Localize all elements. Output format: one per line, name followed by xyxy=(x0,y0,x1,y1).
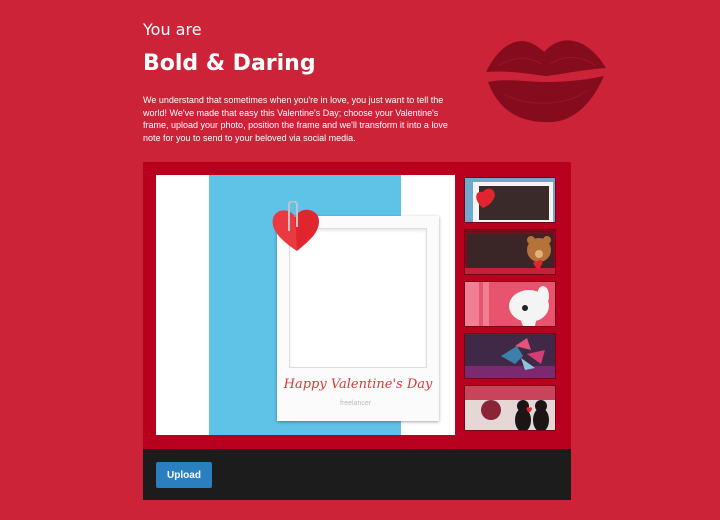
thumbnail-cats-frame[interactable] xyxy=(464,385,556,431)
preview-canvas[interactable]: Happy Valentine's Day freelancer xyxy=(156,175,455,435)
editor-toolbar: Upload xyxy=(143,449,571,500)
thumbnail-teddy-frame[interactable] xyxy=(464,229,556,275)
thumbnail-dog-frame[interactable] xyxy=(464,281,556,327)
page-title: Bold & Daring xyxy=(143,51,316,76)
frame-editor: Happy Valentine's Day freelancer Upload xyxy=(143,162,571,500)
intro-kicker: You are xyxy=(143,20,202,39)
paperclip-heart-icon xyxy=(272,201,319,251)
brand-watermark: freelancer xyxy=(340,400,372,407)
intro-description: We understand that sometimes when you're… xyxy=(143,95,448,143)
intro-section: You are Bold & Daring We understand that… xyxy=(143,20,463,144)
frame-background: Happy Valentine's Day freelancer xyxy=(209,175,439,435)
frame-thumbnail-list xyxy=(462,175,559,435)
thumbnail-bird-frame[interactable] xyxy=(464,333,556,379)
thumbnail-heart-frame[interactable] xyxy=(464,177,556,223)
upload-button[interactable]: Upload xyxy=(156,462,212,488)
frame-caption: Happy Valentine's Day xyxy=(283,377,433,392)
kiss-lips-icon xyxy=(486,40,606,123)
